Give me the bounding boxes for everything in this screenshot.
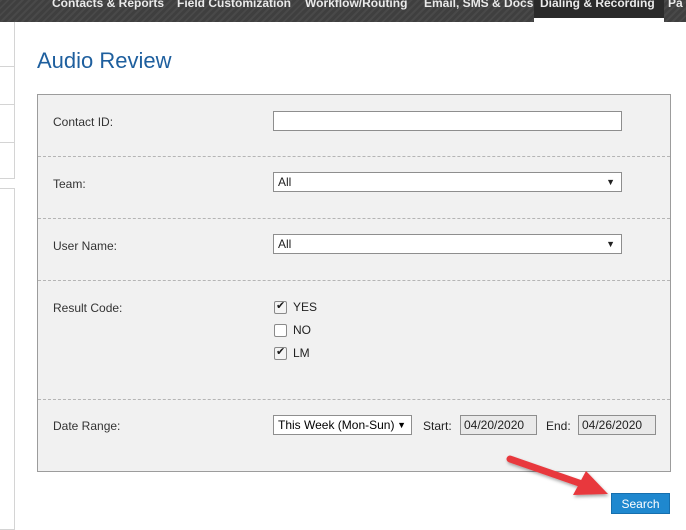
result-code-row: Result Code: ✔ YES NO ✔ LM [38, 281, 670, 400]
lm-label: LM [293, 346, 310, 360]
date-period-value: This Week (Mon-Sun) [278, 418, 395, 432]
left-panel-item[interactable] [0, 67, 15, 105]
contact-id-label: Contact ID: [53, 115, 114, 129]
check-icon: ✔ [276, 345, 286, 358]
team-select[interactable]: All ▼ [273, 172, 622, 192]
end-date-input[interactable]: 04/26/2020 [578, 415, 656, 435]
tab-workflow-routing[interactable]: Workflow/Routing [299, 0, 413, 18]
tab-more[interactable]: Pa [662, 0, 686, 18]
yes-checkbox[interactable]: ✔ [274, 299, 287, 314]
left-panel-item[interactable] [0, 143, 15, 179]
user-name-label: User Name: [53, 239, 118, 253]
left-panel-section [0, 188, 15, 530]
lm-checkbox[interactable]: ✔ [274, 345, 287, 360]
date-period-select[interactable]: This Week (Mon-Sun) ▼ [273, 415, 412, 435]
user-name-row: User Name: All ▼ [38, 219, 670, 281]
tab-email-sms-docs[interactable]: Email, SMS & Docs [418, 0, 539, 18]
left-panel-item[interactable] [0, 22, 15, 67]
yes-label: YES [293, 300, 318, 314]
top-nav: Contacts & Reports Field Customization W… [0, 0, 686, 22]
tab-dialing-recording[interactable]: Dialing & Recording [534, 0, 664, 22]
team-label: Team: [53, 177, 86, 191]
no-label: NO [293, 323, 311, 337]
tab-contacts-reports[interactable]: Contacts & Reports [46, 0, 170, 18]
user-name-select[interactable]: All ▼ [273, 234, 622, 254]
end-date-label: End: [546, 419, 571, 433]
contact-id-input[interactable] [273, 111, 622, 131]
left-panel-item[interactable] [0, 105, 15, 143]
date-range-label: Date Range: [53, 419, 121, 433]
user-name-select-value: All [278, 237, 292, 251]
search-button[interactable]: Search [611, 493, 670, 514]
team-row: Team: All ▼ [38, 157, 670, 219]
left-panel [0, 22, 15, 530]
audio-review-form: Contact ID: Team: All ▼ User Name: All ▼… [37, 94, 671, 472]
page-title: Audio Review [37, 48, 172, 73]
result-code-label: Result Code: [53, 301, 123, 315]
red-arrow-icon [506, 455, 608, 495]
check-icon: ✔ [276, 299, 286, 312]
team-select-value: All [278, 175, 292, 189]
contact-id-row: Contact ID: [38, 95, 670, 157]
caret-down-icon: ▼ [606, 239, 615, 249]
start-date-label: Start: [423, 419, 452, 433]
tab-field-customization[interactable]: Field Customization [171, 0, 297, 18]
caret-down-icon: ▼ [606, 177, 615, 187]
caret-down-icon: ▼ [397, 420, 406, 430]
no-checkbox[interactable] [274, 324, 287, 337]
start-date-input[interactable]: 04/20/2020 [460, 415, 537, 435]
